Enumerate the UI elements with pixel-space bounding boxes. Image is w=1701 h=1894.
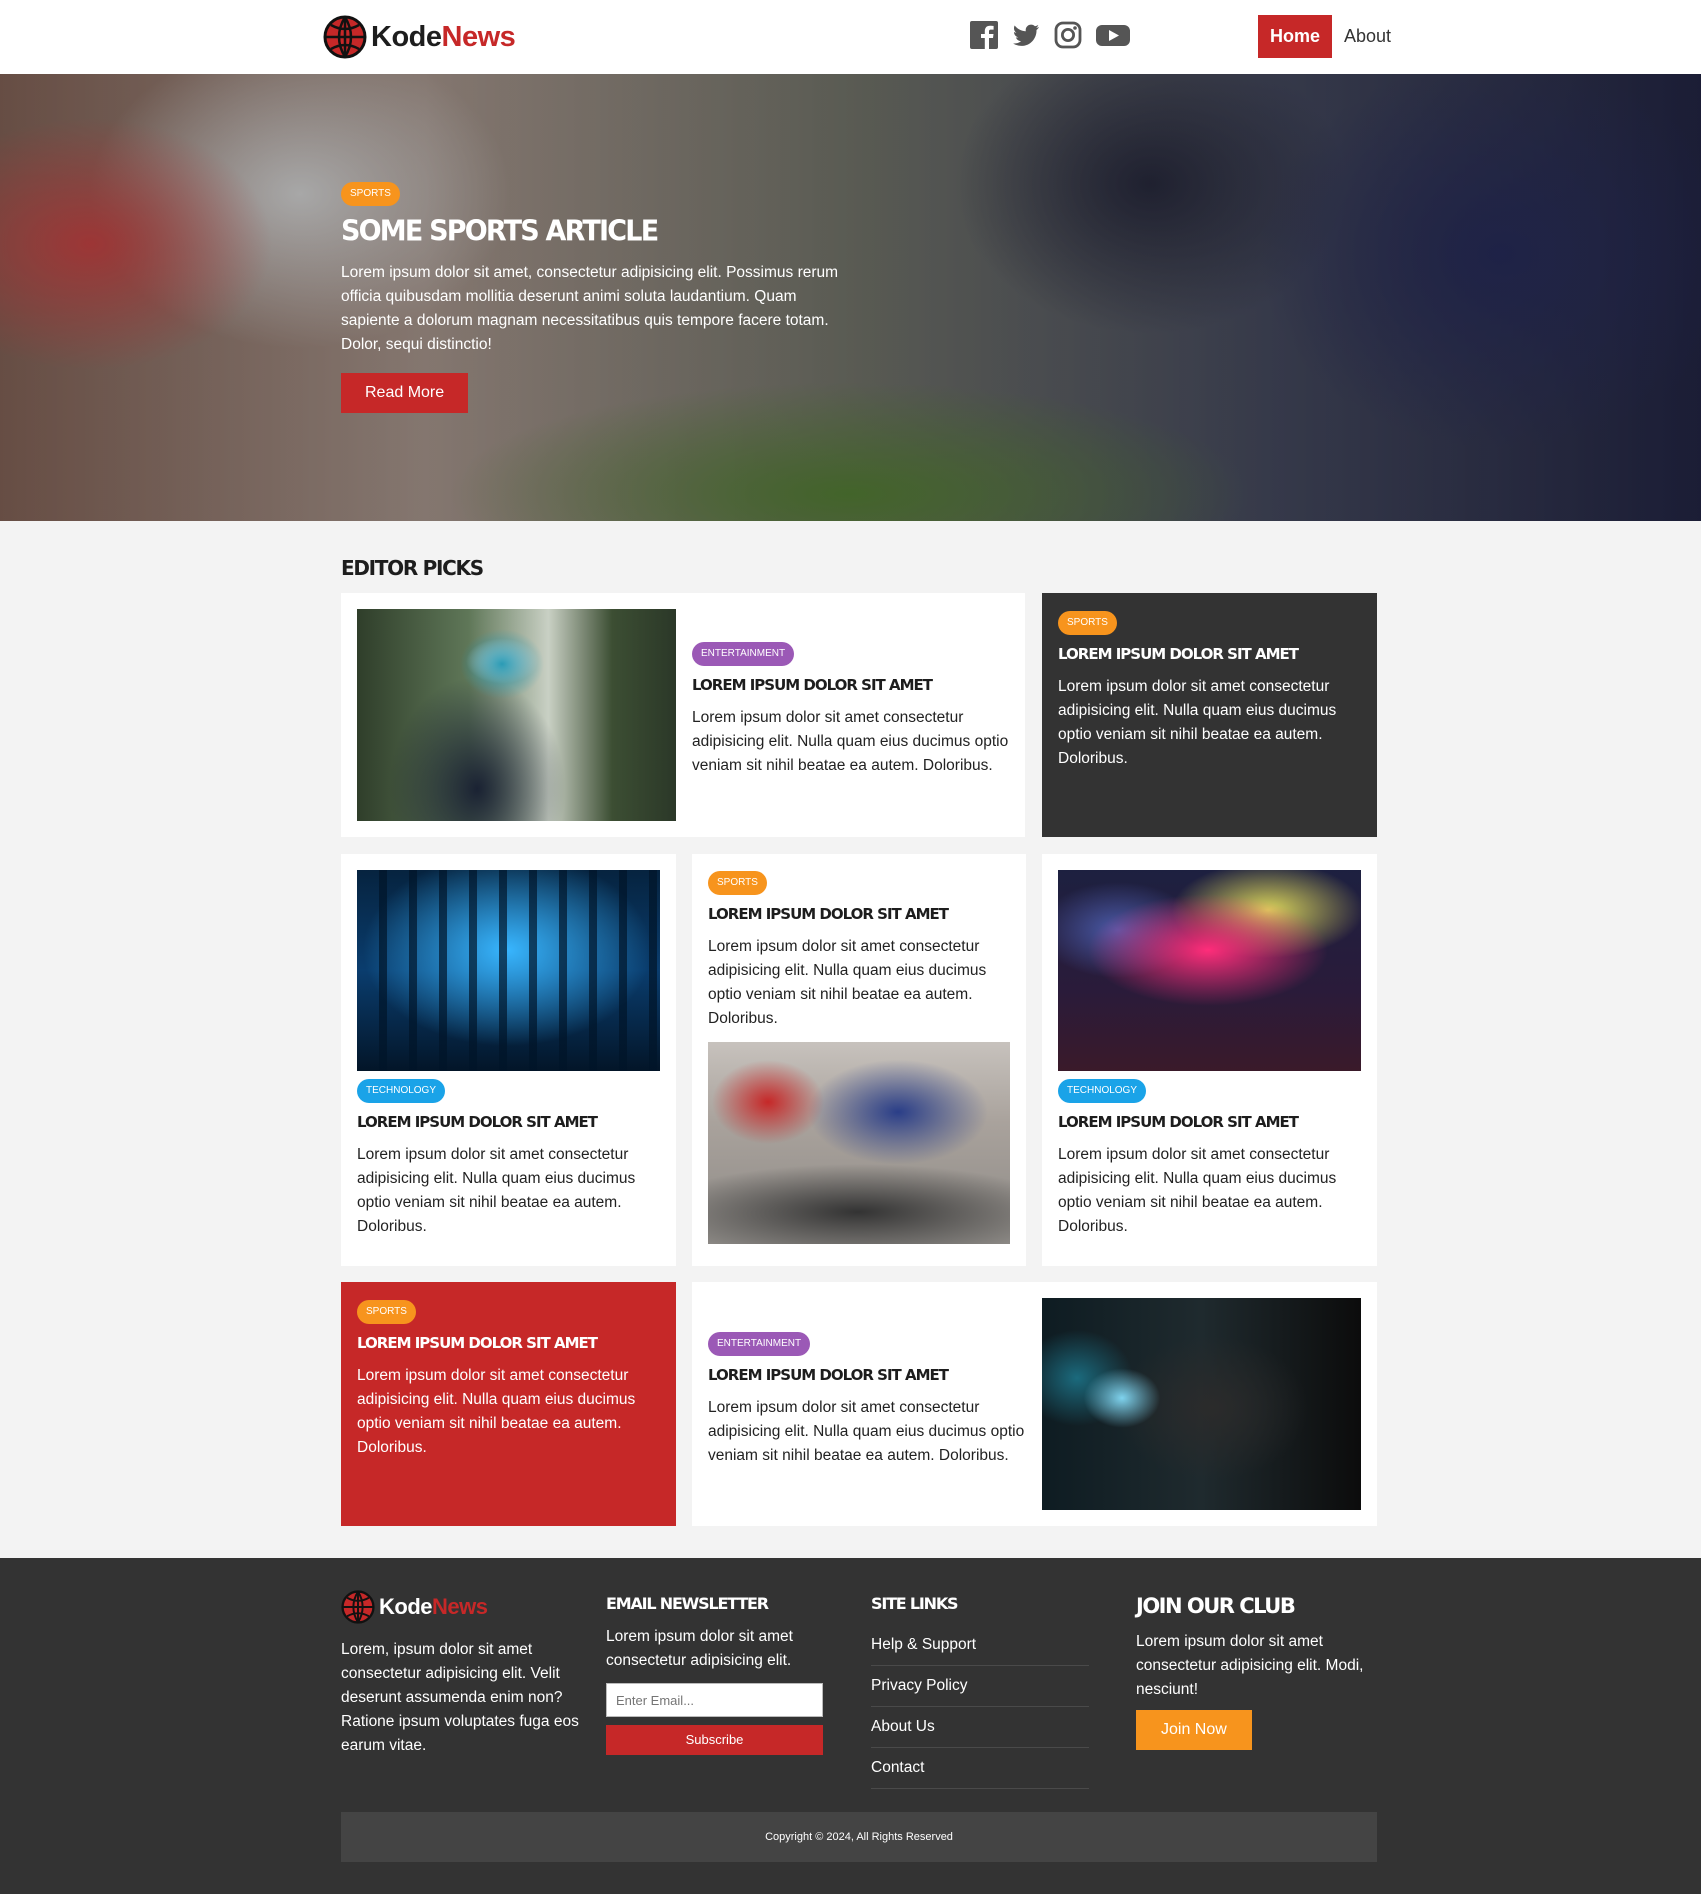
article-excerpt: Lorem ipsum dolor sit amet consectetur a…	[708, 938, 987, 1027]
footer-link-privacy[interactable]: Privacy Policy	[871, 1666, 1089, 1707]
footer-about-text: Lorem, ipsum dolor sit amet consectetur …	[341, 1641, 579, 1754]
social-links	[969, 20, 1131, 50]
subscribe-button[interactable]: Subscribe	[606, 1725, 823, 1755]
footer-about: KodeNews Lorem, ipsum dolor sit amet con…	[341, 1590, 581, 1758]
facebook-icon[interactable]	[969, 20, 999, 50]
article-excerpt: Lorem ipsum dolor sit amet consectetur a…	[1058, 678, 1337, 767]
category-badge[interactable]: ENTERTAINMENT	[708, 1332, 811, 1356]
article-excerpt: Lorem ipsum dolor sit amet consectetur a…	[1058, 1146, 1337, 1235]
main-nav: Home About	[1258, 15, 1403, 58]
category-badge[interactable]: SPORTS	[357, 1300, 416, 1324]
footer-link-contact[interactable]: Contact	[871, 1748, 1089, 1789]
article-excerpt: Lorem ipsum dolor sit amet consectetur a…	[357, 1146, 636, 1235]
footer-link-help[interactable]: Help & Support	[871, 1625, 1089, 1666]
hero-content: SPORTS SOME SPORTS ARTICLE Lorem ipsum d…	[341, 182, 851, 413]
globe-icon	[323, 15, 367, 59]
email-input[interactable]	[606, 1683, 823, 1717]
nav-about[interactable]: About	[1332, 15, 1403, 58]
category-badge[interactable]: SPORTS	[341, 182, 400, 206]
site-header: KodeNews Home About	[0, 0, 1701, 74]
article-title[interactable]: LOREM IPSUM DOLOR SIT AMET	[708, 905, 1008, 923]
twitter-icon[interactable]	[1011, 20, 1041, 50]
article-title[interactable]: LOREM IPSUM DOLOR SIT AMET	[1058, 1113, 1358, 1131]
site-footer: KodeNews Lorem, ipsum dolor sit amet con…	[0, 1558, 1701, 1894]
article-image	[708, 1042, 1010, 1244]
category-badge[interactable]: TECHNOLOGY	[1058, 1079, 1147, 1103]
site-links-list: Help & Support Privacy Policy About Us C…	[871, 1625, 1089, 1789]
article-card[interactable]: ENTERTAINMENT LOREM IPSUM DOLOR SIT AMET…	[692, 1282, 1377, 1526]
article-image	[357, 870, 660, 1071]
footer-link-about[interactable]: About Us	[871, 1707, 1089, 1748]
article-excerpt: Lorem ipsum dolor sit amet consectetur a…	[357, 1367, 636, 1456]
footer-logo[interactable]: KodeNews	[341, 1590, 581, 1624]
article-title[interactable]: LOREM IPSUM DOLOR SIT AMET	[692, 676, 1012, 694]
article-title[interactable]: LOREM IPSUM DOLOR SIT AMET	[357, 1334, 657, 1352]
article-card[interactable]: SPORTS LOREM IPSUM DOLOR SIT AMET Lorem …	[1042, 593, 1377, 837]
newsletter-heading: EMAIL NEWSLETTER	[606, 1594, 769, 1613]
youtube-icon[interactable]	[1095, 20, 1131, 50]
hero-banner: SPORTS SOME SPORTS ARTICLE Lorem ipsum d…	[0, 74, 1701, 521]
category-badge[interactable]: ENTERTAINMENT	[692, 642, 795, 666]
club-heading: JOIN OUR CLUB	[1136, 1594, 1296, 1618]
article-excerpt: Lorem ipsum dolor sit amet consectetur a…	[708, 1399, 1025, 1464]
club-text: Lorem ipsum dolor sit amet consectetur a…	[1136, 1633, 1364, 1698]
read-more-button[interactable]: Read More	[341, 373, 469, 413]
article-title[interactable]: LOREM IPSUM DOLOR SIT AMET	[357, 1113, 657, 1131]
article-title[interactable]: LOREM IPSUM DOLOR SIT AMET	[708, 1366, 1028, 1384]
section-title: EDITOR PICKS	[341, 556, 484, 580]
article-card[interactable]: TECHNOLOGY LOREM IPSUM DOLOR SIT AMET Lo…	[341, 854, 676, 1266]
footer-newsletter: EMAIL NEWSLETTER Lorem ipsum dolor sit a…	[606, 1594, 826, 1755]
article-image	[1042, 1298, 1361, 1510]
article-excerpt: Lorem ipsum dolor sit amet consectetur a…	[692, 709, 1009, 774]
site-links-heading: SITE LINKS	[871, 1594, 959, 1613]
globe-icon	[341, 1590, 375, 1624]
article-title[interactable]: LOREM IPSUM DOLOR SIT AMET	[1058, 645, 1358, 663]
article-image	[1058, 870, 1361, 1071]
hero-title: SOME SPORTS ARTICLE	[341, 215, 659, 248]
footer-club: JOIN OUR CLUB Lorem ipsum dolor sit amet…	[1136, 1594, 1378, 1750]
nav-home[interactable]: Home	[1258, 15, 1333, 58]
article-card[interactable]: TECHNOLOGY LOREM IPSUM DOLOR SIT AMET Lo…	[1042, 854, 1377, 1266]
hero-text: Lorem ipsum dolor sit amet, consectetur …	[341, 264, 839, 353]
article-image	[357, 609, 676, 821]
newsletter-text: Lorem ipsum dolor sit amet consectetur a…	[606, 1628, 793, 1669]
article-card[interactable]: ENTERTAINMENT LOREM IPSUM DOLOR SIT AMET…	[341, 593, 1025, 837]
category-badge[interactable]: TECHNOLOGY	[357, 1079, 446, 1103]
category-badge[interactable]: SPORTS	[708, 871, 767, 895]
footer-site-links: SITE LINKS Help & Support Privacy Policy…	[871, 1594, 1089, 1789]
logo-text: KodeNews	[379, 1594, 488, 1619]
logo[interactable]: KodeNews	[323, 15, 516, 59]
article-card[interactable]: SPORTS LOREM IPSUM DOLOR SIT AMET Lorem …	[692, 854, 1026, 1266]
category-badge[interactable]: SPORTS	[1058, 611, 1117, 635]
join-now-button[interactable]: Join Now	[1136, 1710, 1252, 1750]
instagram-icon[interactable]	[1053, 20, 1083, 50]
logo-text: KodeNews	[371, 20, 516, 53]
article-card[interactable]: SPORTS LOREM IPSUM DOLOR SIT AMET Lorem …	[341, 1282, 676, 1526]
copyright-bar: Copyright © 2024, All Rights Reserved	[341, 1812, 1377, 1862]
